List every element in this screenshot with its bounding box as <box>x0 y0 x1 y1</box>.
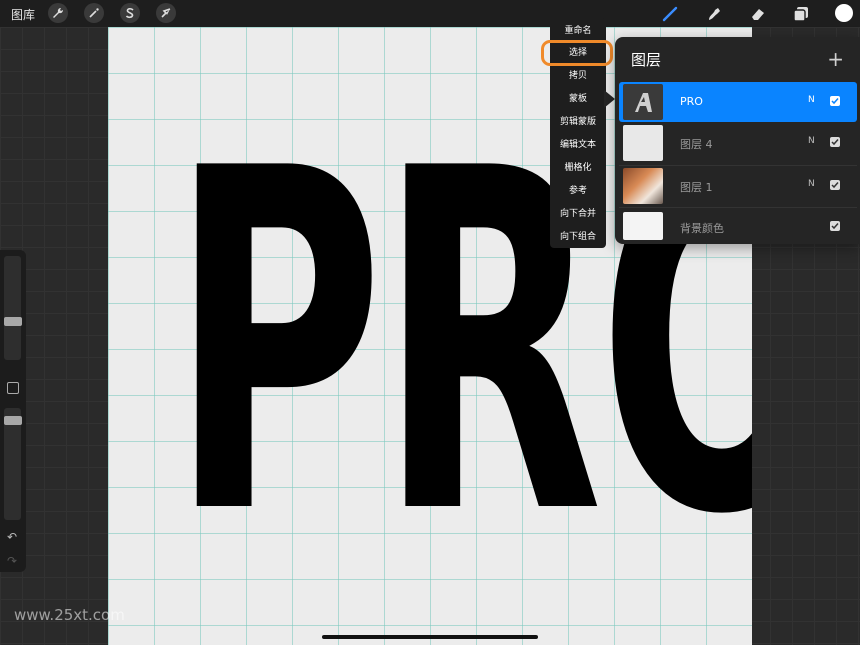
color-picker-button[interactable] <box>834 3 854 23</box>
gallery-button[interactable]: 图库 <box>11 6 35 23</box>
redo-icon[interactable]: ↷ <box>7 554 17 568</box>
menu-rename[interactable]: 重命名 <box>550 20 606 42</box>
add-layer-button[interactable]: + <box>827 47 844 71</box>
layer-name: PRO <box>680 95 703 108</box>
watermark-text: www.25xt.com <box>14 606 125 624</box>
layers-icon[interactable] <box>791 4 811 24</box>
menu-mask[interactable]: 蒙板 <box>550 88 606 110</box>
blend-mode-button[interactable]: N <box>808 95 815 105</box>
menu-rasterize[interactable]: 栅格化 <box>550 157 606 179</box>
visibility-checkbox[interactable] <box>830 221 840 231</box>
visibility-checkbox[interactable] <box>830 180 840 190</box>
magic-wand-icon[interactable] <box>84 3 104 23</box>
brush-size-handle[interactable] <box>4 317 22 326</box>
layer-name: 图层 1 <box>680 181 713 194</box>
smudge-icon[interactable] <box>704 4 724 24</box>
layer-thumbnail <box>623 168 663 204</box>
layer-name: 背景颜色 <box>680 222 724 235</box>
layer-thumbnail <box>623 84 663 120</box>
select-highlight-outline <box>541 40 613 66</box>
layer-row-pro[interactable]: PRO N <box>619 82 857 122</box>
menu-clipping-mask[interactable]: 剪辑蒙版 <box>550 111 606 133</box>
eraser-icon[interactable] <box>748 4 768 24</box>
layer-row-4[interactable]: 图层 4 N <box>619 123 857 163</box>
blend-mode-button[interactable]: N <box>808 136 815 146</box>
layer-row-background[interactable]: 背景颜色 <box>619 205 857 245</box>
layers-panel-title: 图层 <box>631 51 662 69</box>
menu-copy[interactable]: 拷贝 <box>550 65 606 87</box>
layer-thumbnail <box>623 212 663 240</box>
layer-name: 图层 4 <box>680 138 713 151</box>
home-indicator <box>322 635 538 639</box>
brush-icon[interactable] <box>660 4 680 24</box>
modify-button[interactable] <box>7 382 19 394</box>
visibility-checkbox[interactable] <box>830 96 840 106</box>
undo-icon[interactable]: ↶ <box>7 530 17 544</box>
layer-row-1[interactable]: 图层 1 N <box>619 166 857 206</box>
menu-combine-down[interactable]: 向下组合 <box>550 226 606 248</box>
menu-merge-down[interactable]: 向下合并 <box>550 203 606 225</box>
wrench-icon[interactable] <box>48 3 68 23</box>
arrow-cursor-icon[interactable] <box>156 3 176 23</box>
visibility-checkbox[interactable] <box>830 137 840 147</box>
opacity-handle[interactable] <box>4 416 22 425</box>
menu-edit-text[interactable]: 编辑文本 <box>550 134 606 156</box>
menu-reference[interactable]: 参考 <box>550 180 606 202</box>
selection-s-icon[interactable] <box>120 3 140 23</box>
top-toolbar: 图库 <box>0 0 860 27</box>
brush-size-slider[interactable] <box>4 256 21 360</box>
menu-pointer-arrow <box>604 90 615 108</box>
layers-panel: 图层 + PRO N 图层 4 N 图层 1 N 背景颜色 <box>615 37 860 244</box>
blend-mode-button[interactable]: N <box>808 179 815 189</box>
layer-thumbnail <box>623 125 663 161</box>
left-sidebar: ↶ ↷ <box>0 250 26 572</box>
